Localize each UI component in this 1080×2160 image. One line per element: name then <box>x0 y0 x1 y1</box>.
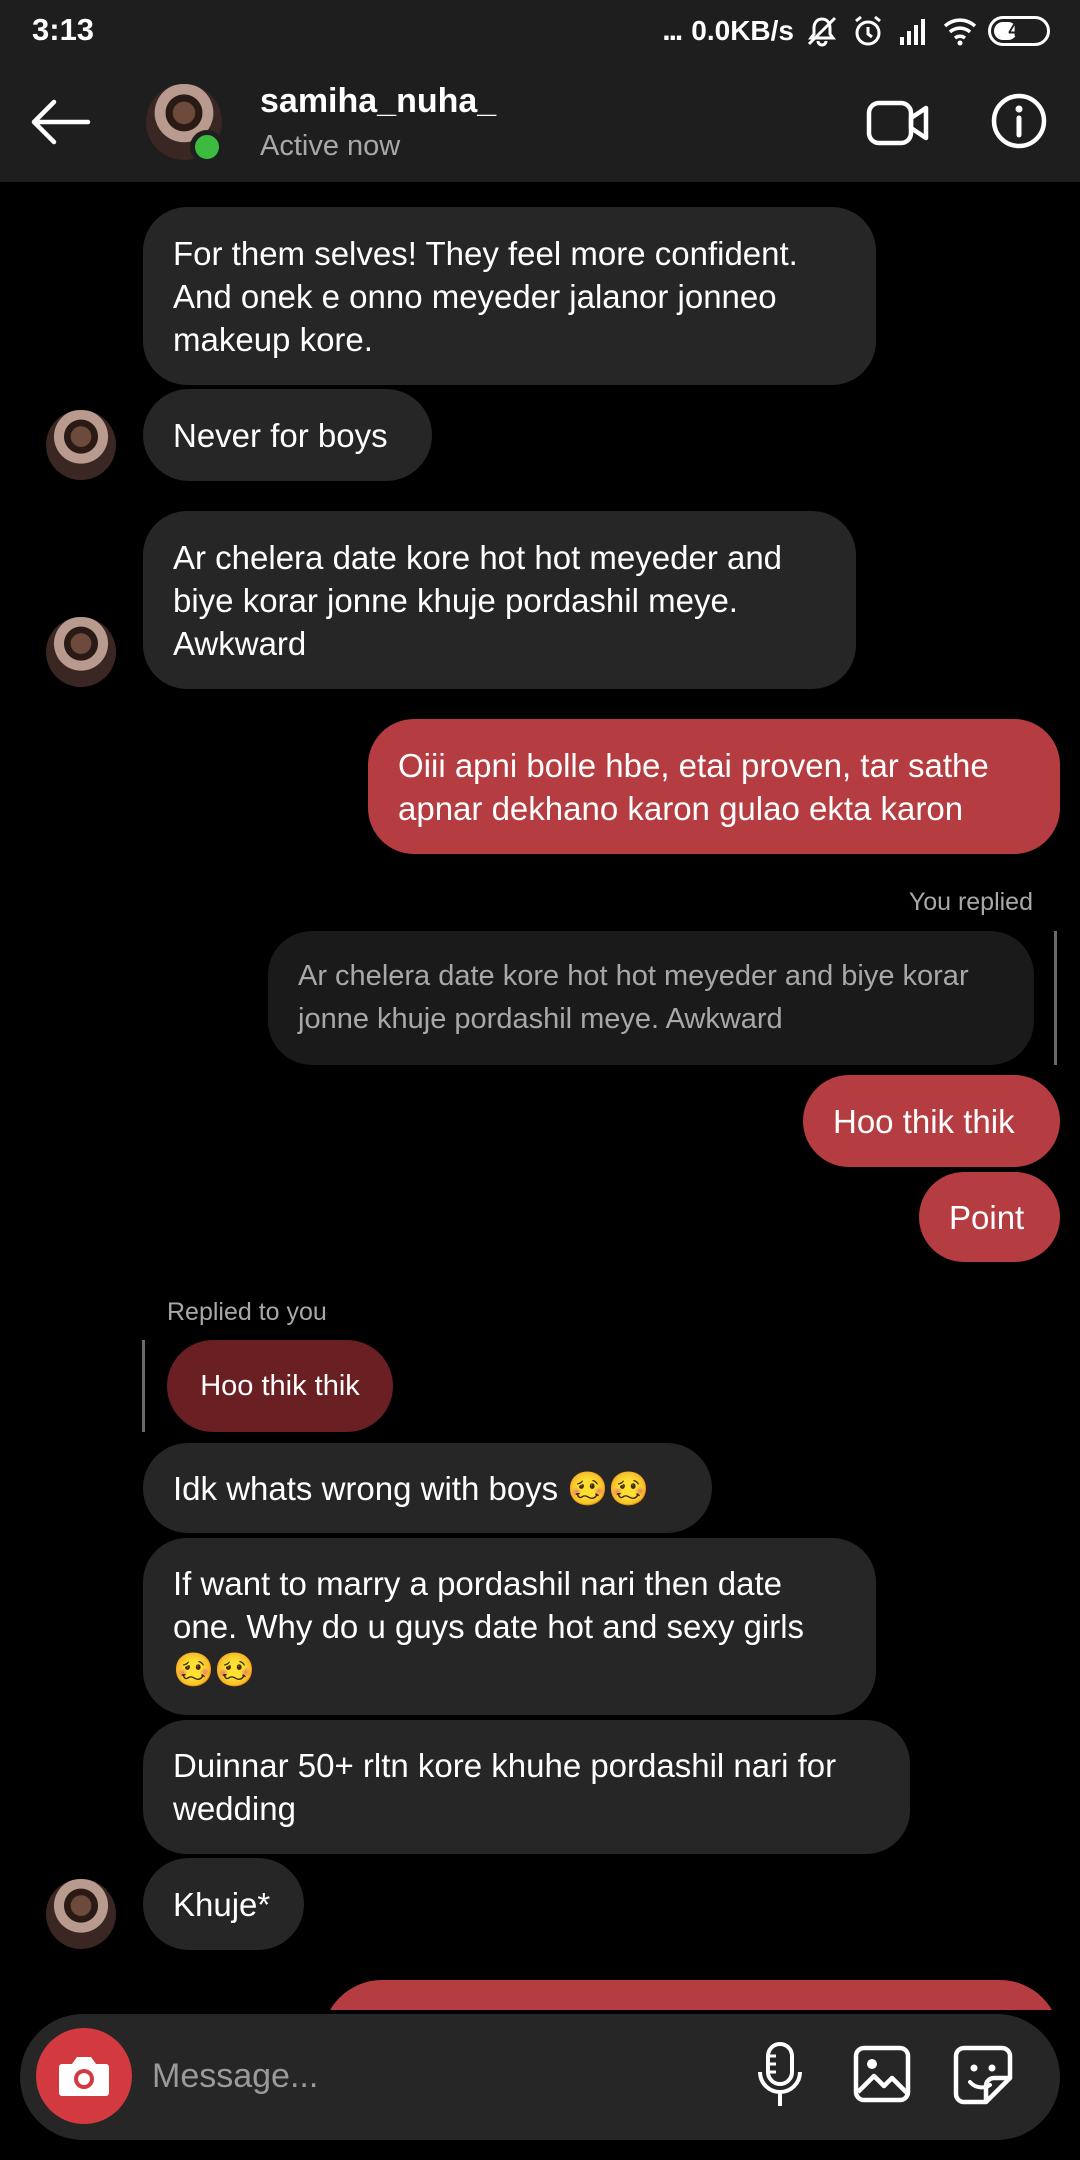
message-incoming[interactable]: Duinnar 50+ rltn kore khuhe pordashil na… <box>143 1720 910 1854</box>
message-incoming[interactable]: For them selves! They feel more confiden… <box>143 207 876 385</box>
network-speed: 0.0KB/s <box>691 15 794 46</box>
message-incoming[interactable]: Never for boys <box>143 389 432 481</box>
back-arrow-icon[interactable] <box>24 86 96 158</box>
signal-icon <box>900 19 925 45</box>
video-call-icon[interactable] <box>866 96 930 150</box>
wifi-icon <box>943 18 977 46</box>
alarm-icon <box>855 15 881 46</box>
chat-username[interactable]: samiha_nuha_ <box>260 82 496 121</box>
message-incoming[interactable]: If want to marry a pordashil nari then d… <box>143 1538 876 1715</box>
microphone-icon[interactable] <box>756 2040 804 2112</box>
sender-avatar[interactable] <box>46 410 116 480</box>
status-icons: ... 0.0KB/s 45 <box>662 10 1050 52</box>
online-indicator <box>190 130 224 164</box>
replied-to-you-label: Replied to you <box>167 1298 327 1326</box>
chat-header: samiha_nuha_ Active now <box>0 62 1080 182</box>
sender-avatar[interactable] <box>46 617 116 687</box>
battery-icon: 45 <box>988 16 1050 46</box>
message-outgoing[interactable]: Oiii apni bolle hbe, etai proven, tar sa… <box>368 719 1060 854</box>
reply-indicator-bar <box>1054 931 1057 1065</box>
sender-avatar[interactable] <box>46 1879 116 1949</box>
info-icon[interactable] <box>990 92 1048 150</box>
status-time: 3:13 <box>32 12 95 47</box>
active-status: Active now <box>260 130 401 162</box>
quoted-message[interactable]: Ar chelera date kore hot hot meyeder and… <box>268 931 1034 1065</box>
reply-indicator-bar <box>142 1340 145 1432</box>
message-input[interactable] <box>152 2040 712 2112</box>
quoted-message[interactable]: Hoo thik thik <box>167 1340 393 1432</box>
message-outgoing[interactable]: Point <box>919 1172 1060 1262</box>
message-outgoing[interactable]: Hoo thik thik <box>803 1075 1060 1167</box>
gallery-icon[interactable] <box>852 2044 912 2104</box>
status-bar: 3:13 ... 0.0KB/s 45 <box>0 0 1080 62</box>
status-dots: ... <box>662 14 683 47</box>
camera-icon <box>59 2057 109 2096</box>
message-incoming[interactable]: Idk whats wrong with boys 🥴🥴 <box>143 1443 712 1533</box>
mute-icon <box>807 16 837 47</box>
message-incoming[interactable]: Ar chelera date kore hot hot meyeder and… <box>143 511 856 689</box>
message-incoming[interactable]: Khuje* <box>143 1858 304 1950</box>
you-replied-label: You replied <box>908 888 1033 916</box>
sticker-icon[interactable] <box>952 2044 1014 2106</box>
battery-level: 45 <box>1008 20 1030 41</box>
camera-button[interactable] <box>36 2028 132 2124</box>
